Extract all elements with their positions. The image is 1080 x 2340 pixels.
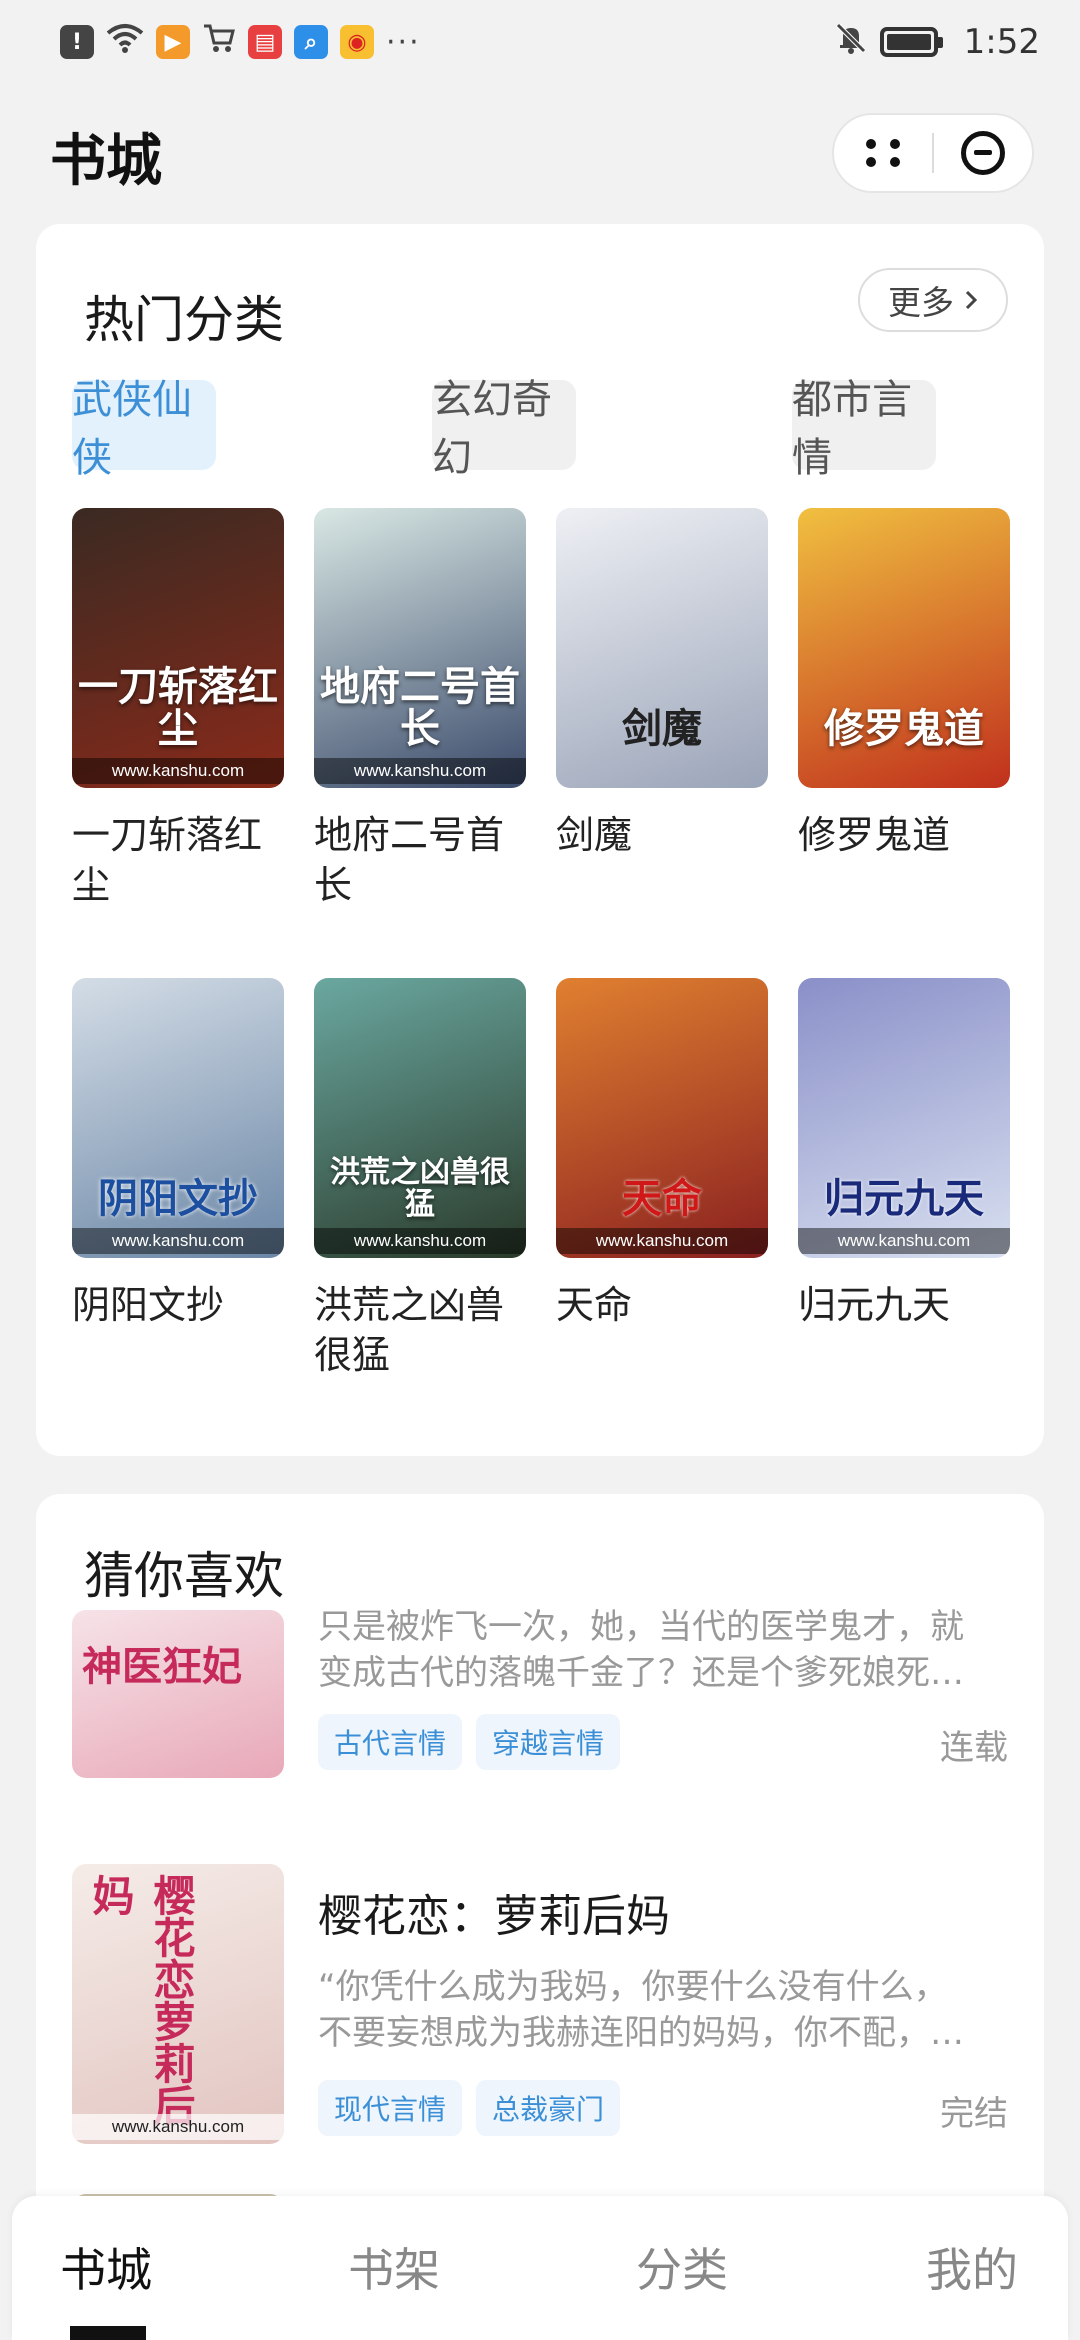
book-item[interactable]: 修罗鬼道 修罗鬼道	[798, 508, 1010, 860]
cover-title: 阴阳文抄	[98, 1175, 258, 1222]
status-bar-left: ! ▶ ▤ ⌕ ◉ ···	[60, 22, 421, 62]
cover-site: www.kanshu.com	[72, 2114, 284, 2140]
list-item[interactable]: 神医狂妃 只是被炸飞一次，她，当代的医学鬼才，就 变成古代的落魄千金了？还是个爹…	[72, 1607, 1008, 1810]
book-title[interactable]: 剑魔	[556, 810, 768, 860]
tag[interactable]: 总裁豪门	[476, 2080, 621, 2136]
book-title[interactable]: 地府二号首长	[314, 810, 526, 910]
video-app-icon: ▶	[156, 25, 190, 59]
book-item[interactable]: 剑魔 剑魔	[556, 508, 768, 860]
cover-title: 一刀斩落红尘	[78, 663, 278, 752]
cover-title: 天命	[622, 1175, 702, 1222]
hot-categories-card: 热门分类 更多 武侠仙侠 玄幻奇幻 都市言情 一刀斩落红尘 www.kanshu…	[36, 224, 1044, 1456]
cover-site: www.kanshu.com	[314, 758, 526, 784]
close-circle-icon	[960, 131, 1005, 175]
clock: 1:52	[963, 22, 1040, 62]
bottom-navigation: 书城 书架 分类 我的	[12, 2196, 1068, 2340]
book-item[interactable]: 一刀斩落红尘 www.kanshu.com 一刀斩落红尘	[72, 508, 284, 910]
page-title: 书城	[50, 129, 162, 194]
book-description: 变成古代的落魄千金了？还是个爹死娘死…	[318, 1653, 964, 1693]
book-title[interactable]: 樱花恋：萝莉后妈	[318, 1880, 670, 1944]
book-title[interactable]: 归元九天	[798, 1280, 1010, 1330]
book-title[interactable]: 天命	[556, 1280, 768, 1330]
book-title[interactable]: 一刀斩落红尘	[72, 810, 284, 910]
section-title: 热门分类	[84, 291, 284, 349]
battery-icon	[879, 27, 943, 57]
book-cover[interactable]: 洪荒之凶兽很猛 www.kanshu.com	[314, 978, 526, 1258]
mute-bell-icon	[834, 21, 868, 64]
book-item[interactable]: 地府二号首长 www.kanshu.com 地府二号首长	[314, 508, 526, 910]
nav-mine[interactable]: 我的	[926, 2234, 1018, 2300]
book-item[interactable]: 洪荒之凶兽很猛 www.kanshu.com 洪荒之凶兽很猛	[314, 978, 526, 1380]
book-cover[interactable]: 阴阳文抄 www.kanshu.com	[72, 978, 284, 1258]
cover-title: 洪荒之凶兽很猛	[330, 1155, 510, 1222]
alert-icon: !	[60, 25, 94, 59]
weibo-icon: ◉	[340, 25, 374, 59]
book-cover[interactable]: 樱花恋萝莉后妈 www.kanshu.com	[72, 1864, 284, 2144]
tab-xuanhuan[interactable]: 玄幻奇幻	[432, 377, 576, 481]
book-cover[interactable]: 神医狂妃	[72, 1610, 284, 1778]
cover-site: www.kanshu.com	[314, 1228, 526, 1254]
book-cover[interactable]: 地府二号首长 www.kanshu.com	[314, 508, 526, 788]
status-label: 连载	[940, 1728, 1008, 1768]
cover-title: 剑魔	[622, 705, 702, 752]
nav-category[interactable]: 分类	[636, 2234, 728, 2300]
book-cover[interactable]: 一刀斩落红尘 www.kanshu.com	[72, 508, 284, 788]
cover-site: www.kanshu.com	[72, 758, 284, 784]
book-cover[interactable]: 剑魔	[556, 508, 768, 788]
book-cover[interactable]: 天命 www.kanshu.com	[556, 978, 768, 1258]
book-item[interactable]: 阴阳文抄 www.kanshu.com 阴阳文抄	[72, 978, 284, 1330]
book-description: 不要妄想成为我赫连阳的妈妈，你不配，…	[318, 2013, 964, 2053]
book-item[interactable]: 天命 www.kanshu.com 天命	[556, 978, 768, 1330]
more-notifications: ···	[386, 24, 421, 60]
shopping-cart-icon	[202, 22, 236, 62]
book-description: 只是被炸飞一次，她，当代的医学鬼才，就	[318, 1607, 964, 1647]
nav-bookshelf[interactable]: 书架	[348, 2234, 440, 2300]
cover-site: www.kanshu.com	[72, 1228, 284, 1254]
guess-you-like-card: 猜你喜欢 神医狂妃 只是被炸飞一次，她，当代的医学鬼才，就 变成古代的落魄千金了…	[36, 1494, 1044, 2254]
list-item[interactable]: 樱花恋萝莉后妈 www.kanshu.com 樱花恋：萝莉后妈 “你凭什么成为我…	[72, 1864, 1008, 2164]
cover-title: 樱花恋萝莉后妈	[86, 1874, 196, 2126]
book-cover[interactable]: 归元九天 www.kanshu.com	[798, 978, 1010, 1258]
menu-dots-icon	[866, 139, 900, 167]
nav-bookstore[interactable]: 书城	[60, 2234, 152, 2300]
status-bar: ! ▶ ▤ ⌕ ◉ ··· 1:52	[0, 0, 1080, 84]
cover-site: www.kanshu.com	[556, 1228, 768, 1254]
cover-title: 神医狂妃	[82, 1643, 242, 1690]
menu-button[interactable]	[834, 115, 932, 191]
book-item[interactable]: 归元九天 www.kanshu.com 归元九天	[798, 978, 1010, 1330]
header: 书城	[0, 96, 1080, 206]
reader-app-icon: ▤	[248, 25, 282, 59]
active-tab-indicator	[70, 2326, 146, 2340]
cover-title: 修罗鬼道	[824, 705, 984, 752]
close-button[interactable]	[934, 115, 1032, 191]
tab-wuxia[interactable]: 武侠仙侠	[72, 377, 216, 481]
more-label: 更多	[888, 283, 954, 322]
book-title[interactable]: 修罗鬼道	[798, 810, 1010, 860]
chevron-right-icon	[965, 290, 978, 310]
tab-dushi[interactable]: 都市言情	[792, 377, 936, 481]
book-description: “你凭什么成为我妈，你要什么没有什么，	[318, 1967, 948, 2007]
book-title[interactable]: 阴阳文抄	[72, 1280, 284, 1330]
search-app-icon: ⌕	[294, 25, 328, 59]
miniprogram-capsule	[832, 113, 1034, 193]
section-title: 猜你喜欢	[84, 1547, 284, 1605]
wifi-icon	[106, 22, 144, 62]
tag[interactable]: 现代言情	[318, 2080, 463, 2136]
cover-title: 归元九天	[824, 1175, 984, 1222]
tag[interactable]: 穿越言情	[476, 1714, 621, 1770]
more-button[interactable]: 更多	[858, 268, 1008, 332]
tag[interactable]: 古代言情	[318, 1714, 463, 1770]
book-cover[interactable]: 修罗鬼道	[798, 508, 1010, 788]
cover-site: www.kanshu.com	[798, 1228, 1010, 1254]
cover-title: 地府二号首长	[320, 663, 520, 752]
status-bar-right: 1:52	[834, 21, 1040, 64]
status-label: 完结	[940, 2094, 1008, 2134]
book-title[interactable]: 洪荒之凶兽很猛	[314, 1280, 526, 1380]
